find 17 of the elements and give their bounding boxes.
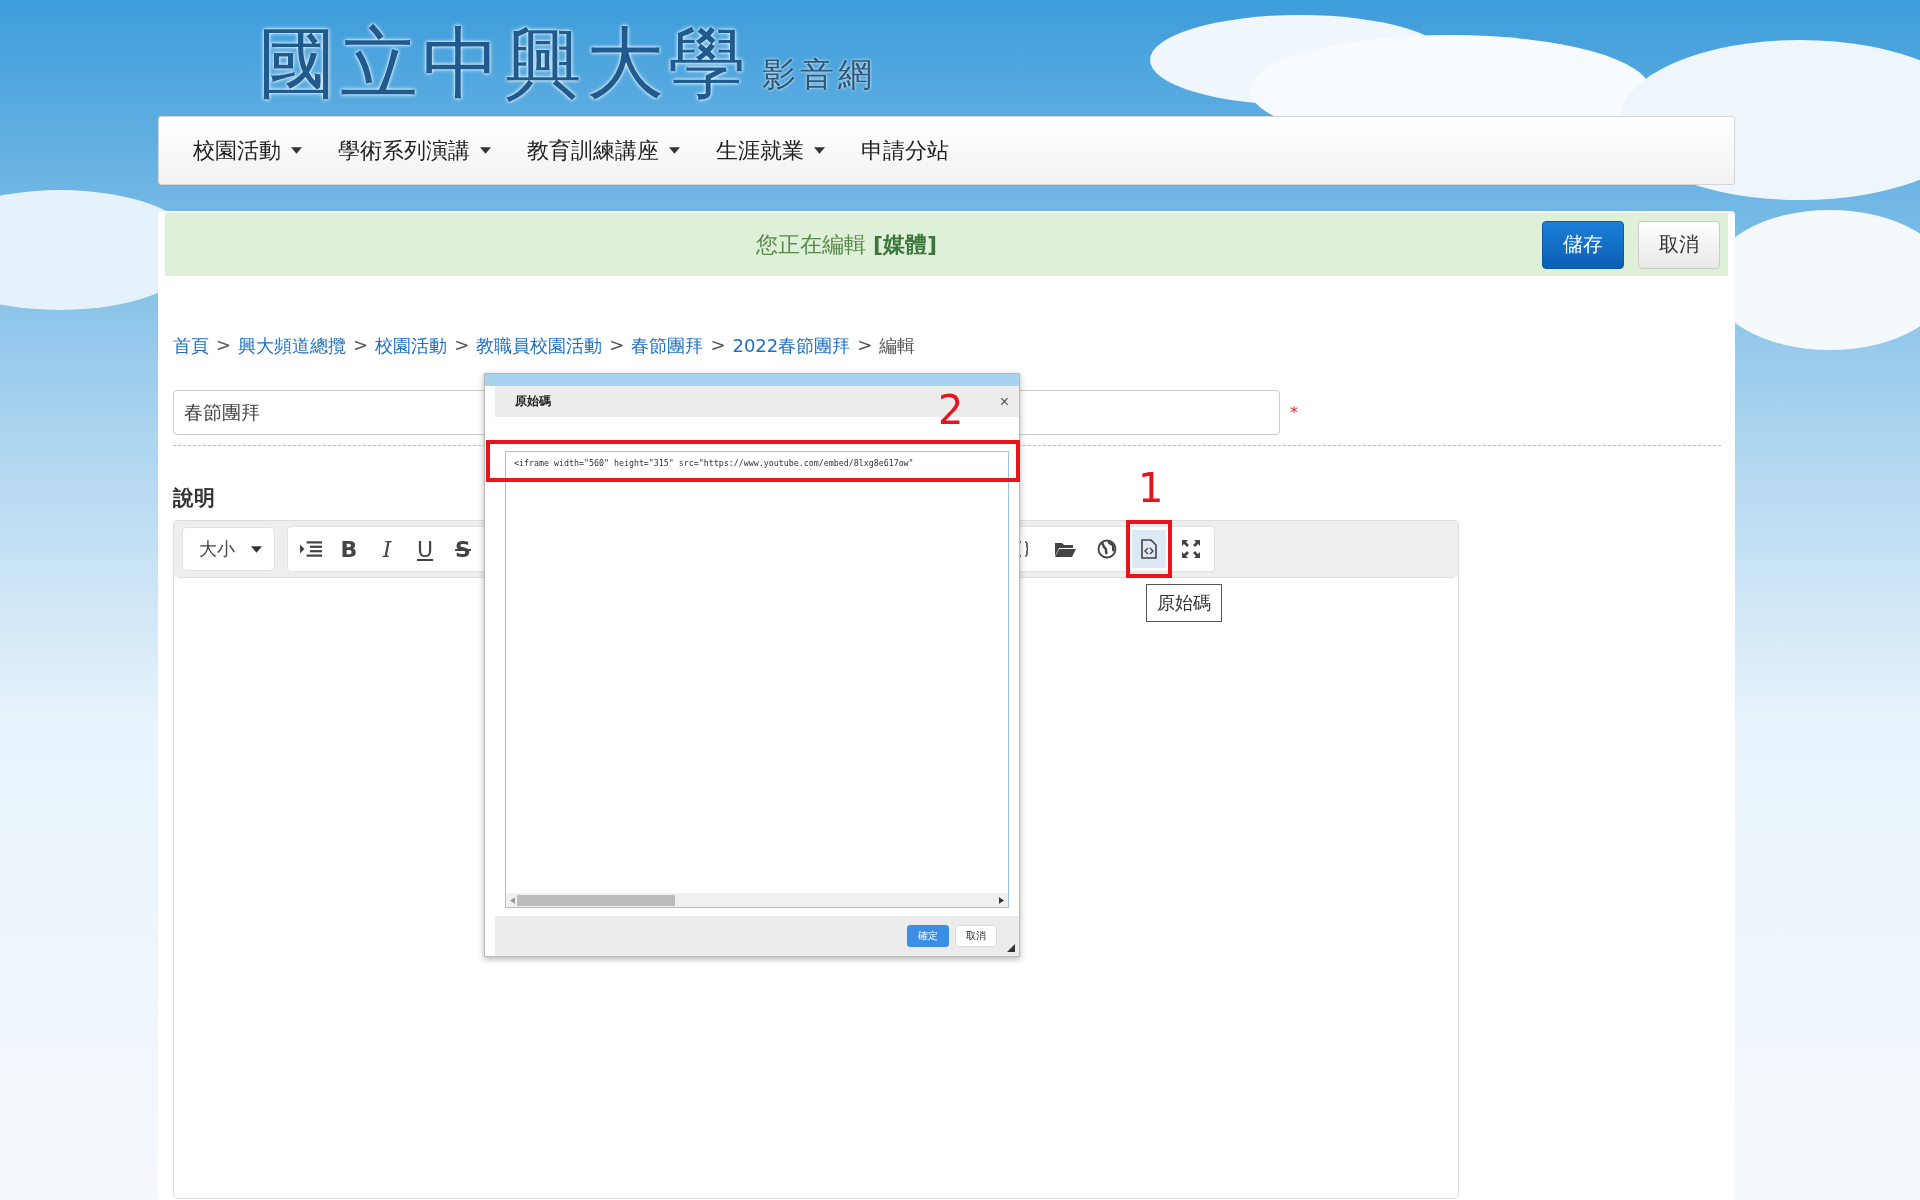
breadcrumb-separator: > xyxy=(353,334,369,357)
breadcrumb-current: 編輯 xyxy=(879,334,916,358)
breadcrumb-separator: > xyxy=(216,334,232,357)
breadcrumb-separator: > xyxy=(710,334,726,357)
tooltip: 原始碼 xyxy=(1146,584,1222,622)
site-subtitle: 影音網 xyxy=(762,53,876,96)
dialog-title: 原始碼 xyxy=(515,393,551,411)
code-text: <iframe width="560" height="315" src="https://www.youtube.com/embed/8lxg8e617ow" xyxy=(514,458,914,469)
required-mark: * xyxy=(1290,403,1298,422)
annotation-number: 1 xyxy=(1138,468,1164,508)
breadcrumb-separator: > xyxy=(609,334,625,357)
editing-notice: 您正在編輯 [媒體] xyxy=(754,230,939,259)
breadcrumb-separator: > xyxy=(857,334,873,357)
field-label: 說明 xyxy=(173,485,215,512)
breadcrumb-separator: > xyxy=(454,334,470,357)
site-title: 國立中興大學 xyxy=(258,24,750,102)
annotation-number: 2 xyxy=(938,390,964,430)
